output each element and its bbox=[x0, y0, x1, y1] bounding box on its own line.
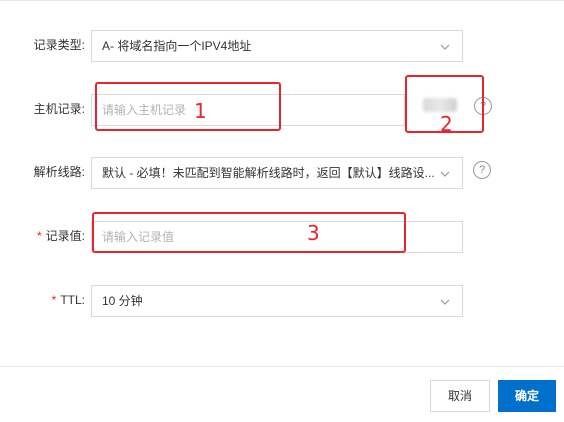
record-type-select[interactable]: A- 将域名指向一个IPV4地址 bbox=[91, 30, 463, 62]
annotation-label-3: 3 bbox=[307, 221, 320, 245]
ttl-value: 10 分钟 bbox=[102, 294, 143, 308]
chevron-down-icon bbox=[440, 42, 450, 52]
ttl-label: * TTL: bbox=[51, 293, 85, 307]
cancel-button[interactable]: 取消 bbox=[430, 380, 490, 412]
record-type-value: A- 将域名指向一个IPV4地址 bbox=[102, 39, 252, 53]
host-record-label: 主机记录: bbox=[33, 102, 85, 116]
footer-divider bbox=[0, 366, 564, 367]
record-value-label: * 记录值: bbox=[36, 229, 85, 243]
line-select[interactable]: 默认 - 必填！未匹配到智能解析线路时，返回【默认】线路设... bbox=[91, 157, 463, 189]
annotation-box-3 bbox=[92, 212, 406, 253]
chevron-down-icon bbox=[440, 169, 450, 179]
top-divider bbox=[0, 0, 564, 1]
chevron-down-icon bbox=[440, 297, 450, 307]
ttl-select[interactable]: 10 分钟 bbox=[91, 285, 463, 317]
required-mark: * bbox=[51, 293, 57, 307]
line-value: 默认 - 必填！未匹配到智能解析线路时，返回【默认】线路设... bbox=[102, 166, 435, 180]
line-help-icon[interactable]: ? bbox=[473, 161, 491, 179]
annotation-label-1: 1 bbox=[194, 99, 207, 123]
annotation-box-1 bbox=[95, 82, 281, 131]
annotation-label-2: 2 bbox=[440, 112, 453, 136]
line-label: 解析线路: bbox=[33, 165, 85, 179]
confirm-button[interactable]: 确定 bbox=[498, 380, 556, 412]
record-type-label: 记录类型: bbox=[33, 38, 85, 52]
required-mark: * bbox=[36, 229, 42, 243]
